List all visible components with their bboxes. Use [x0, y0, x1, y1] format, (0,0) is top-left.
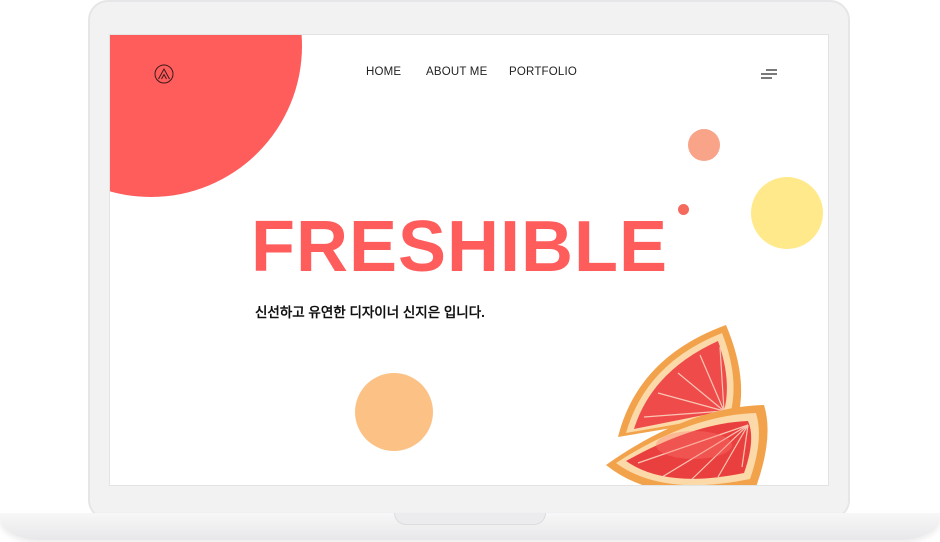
- nav-portfolio[interactable]: PORTFOLIO: [509, 66, 577, 78]
- orange-circle-decoration: [355, 373, 433, 451]
- website-screen: HOME ABOUT ME PORTFOLIO FRESHIBLE 신선하고 유…: [109, 34, 829, 486]
- nav-about-me[interactable]: ABOUT ME: [426, 66, 487, 78]
- hamburger-menu-icon[interactable]: [760, 67, 778, 81]
- hero-title: FRESHIBLE: [251, 207, 669, 287]
- nav-home[interactable]: HOME: [366, 66, 401, 78]
- main-nav: HOME ABOUT ME PORTFOLIO: [110, 66, 828, 82]
- red-circle-decoration: [110, 35, 302, 197]
- grapefruit-illustration: [606, 325, 768, 485]
- laptop-notch: [394, 513, 546, 525]
- yellow-circle-decoration: [751, 177, 823, 249]
- peach-circle-decoration: [688, 129, 720, 161]
- small-dot-decoration: [678, 204, 689, 215]
- hero-subtitle: 신선하고 유연한 디자이너 신지은 입니다.: [255, 305, 485, 320]
